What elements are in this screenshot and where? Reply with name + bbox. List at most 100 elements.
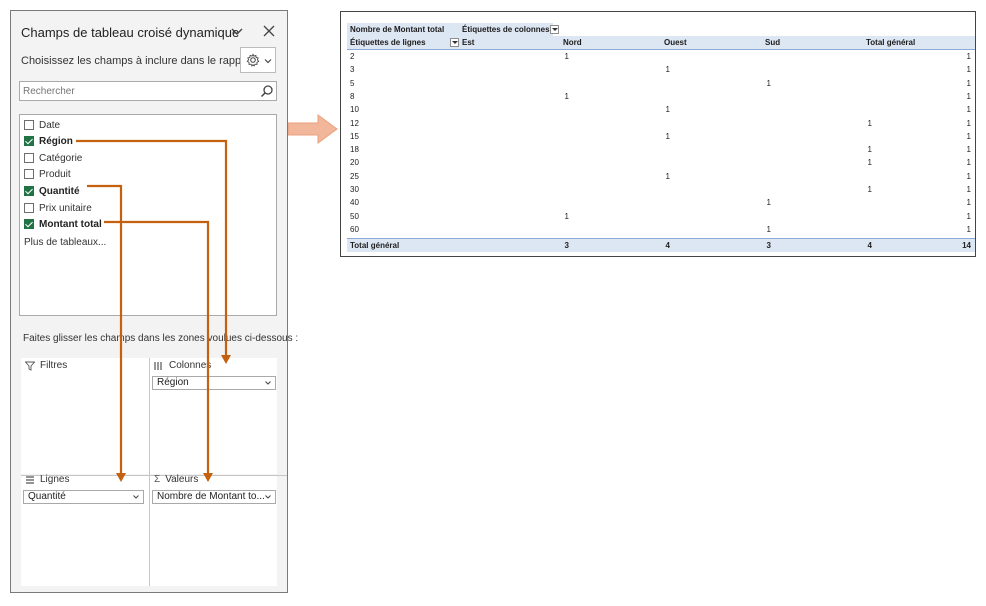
field-checkbox[interactable] [24,169,34,179]
pivot-row-label: 8 [350,91,355,101]
pivot-data-row: 10 1 1 [347,103,975,116]
pivot-data-row: 25 1 1 [347,170,975,183]
pivot-value-cell: 1 [665,131,670,141]
field-list-settings-button[interactable] [240,47,276,73]
chevron-down-icon[interactable] [230,24,244,38]
row-filter-button[interactable] [450,38,459,47]
filter-icon [25,361,35,371]
pivot-value-cell: 1 [966,118,971,128]
pivot-value-cell: 1 [966,52,971,61]
pivot-total-cell: 14 [962,241,971,251]
dropdown-value: Quantité [28,491,66,502]
values-field-dropdown[interactable]: Nombre de Montant to... [152,490,276,504]
pivot-value-cell: 1 [966,211,971,221]
pivot-row-label: 20 [350,158,359,168]
pivot-row-label: 10 [350,105,359,115]
pivot-value-cell: 1 [766,224,771,234]
field-label: Montant total [39,218,102,230]
pivot-row-label: 3 [350,65,355,75]
pivot-data-row: 3 1 1 [347,63,975,76]
field-item-categorie[interactable]: Catégorie [24,151,82,165]
field-item-quantite[interactable]: Quantité [24,184,80,198]
pivot-value-cell: 1 [966,105,971,115]
pivot-data-row: 12 1 1 [347,117,975,130]
field-item-produit[interactable]: Produit [24,167,71,181]
dropdown-value: Région [157,377,189,388]
pivot-value-cell: 1 [966,224,971,234]
pivot-data-row: 40 1 1 [347,196,975,209]
chevron-down-icon [264,59,272,64]
pivot-value-cell: 1 [665,105,670,115]
pivot-data-row: 60 1 1 [347,223,975,236]
pivot-row-labels-header: Étiquettes de lignes [350,38,426,47]
pivot-value-cell: 1 [867,145,872,155]
area-divider-vertical [149,358,150,586]
column-filter-button[interactable] [550,25,559,34]
chevron-down-icon [265,495,271,499]
field-label: Quantité [39,185,80,197]
sigma-icon: Σ [154,474,161,485]
pivot-data-row: 20 1 1 [347,156,975,169]
pivot-row-label: Total général [350,241,400,251]
area-label-text: Colonnes [169,360,212,371]
pivot-data-row: 15 1 1 [347,130,975,143]
area-label-text: Lignes [40,474,70,485]
choose-fields-label: Choisissez les champs à inclure dans le … [21,55,261,67]
pivot-value-cell: 1 [665,65,670,75]
pivot-value-cell: 1 [966,185,971,194]
field-checkbox[interactable] [24,219,34,229]
pivot-column-header: Est [462,38,475,47]
field-item-prix-unitaire[interactable]: Prix unitaire [24,201,92,215]
pivot-value-cell: 1 [966,158,971,168]
pivot-value-cell: 1 [564,91,569,101]
field-label: Catégorie [39,152,83,164]
more-tables-link[interactable]: Plus de tableaux... [24,237,106,248]
field-checkbox[interactable] [24,186,34,196]
field-item-montant-total[interactable]: Montant total [24,217,102,231]
pivot-column-labels-header: Étiquettes de colonnes [462,25,550,34]
pivot-data-row: 50 1 1 [347,210,975,223]
rows-field-dropdown[interactable]: Quantité [23,490,144,504]
pivot-column-header: Sud [765,38,781,47]
pivot-row-label: 25 [350,171,359,181]
field-item-region[interactable]: Région [24,134,73,148]
columns-icon [154,361,162,370]
pivot-value-cell: 1 [867,158,872,168]
pivot-row-label: 2 [350,52,355,61]
columns-field-dropdown[interactable]: Région [152,376,276,390]
pivot-table: Nombre de Montant total Étiquettes de co… [340,11,976,257]
field-label: Date [39,119,61,131]
search-icon[interactable] [260,84,274,98]
rows-area-label: Lignes [25,474,69,485]
pivot-total-cell: 4 [665,241,670,251]
chevron-down-icon [133,495,139,499]
pivot-column-header: Nord [563,38,582,47]
pivot-header-row: Nombre de Montant total Étiquettes de co… [347,23,559,36]
filters-area-label: Filtres [25,360,67,371]
filters-area[interactable] [21,358,149,474]
field-item-date[interactable]: Date [24,118,60,132]
chevron-down-icon [265,381,271,385]
pivot-row-label: 18 [350,145,359,155]
field-checkbox[interactable] [24,153,34,163]
pivot-data-row: 30 1 1 [347,183,975,196]
pivot-column-header: Ouest [664,38,687,47]
pivot-value-cell: 1 [665,171,670,181]
pivot-value-cell: 1 [966,171,971,181]
field-checkbox[interactable] [24,136,34,146]
pivot-column-header: Total général [866,38,916,47]
pivot-value-cell: 1 [867,185,872,194]
field-checkbox[interactable] [24,120,34,130]
gear-icon [246,53,260,67]
close-icon[interactable] [261,23,277,39]
field-label: Produit [39,168,71,180]
pivot-row-label: 15 [350,131,359,141]
area-label-text: Valeurs [165,474,199,485]
pivot-row-label: 50 [350,211,359,221]
search-input[interactable] [23,84,251,98]
values-area-label: Σ Valeurs [154,474,198,485]
area-label-text: Filtres [40,360,68,371]
right-arrow-icon [288,114,338,144]
field-checkbox[interactable] [24,203,34,213]
pivot-data-row: 5 1 1 [347,77,975,90]
